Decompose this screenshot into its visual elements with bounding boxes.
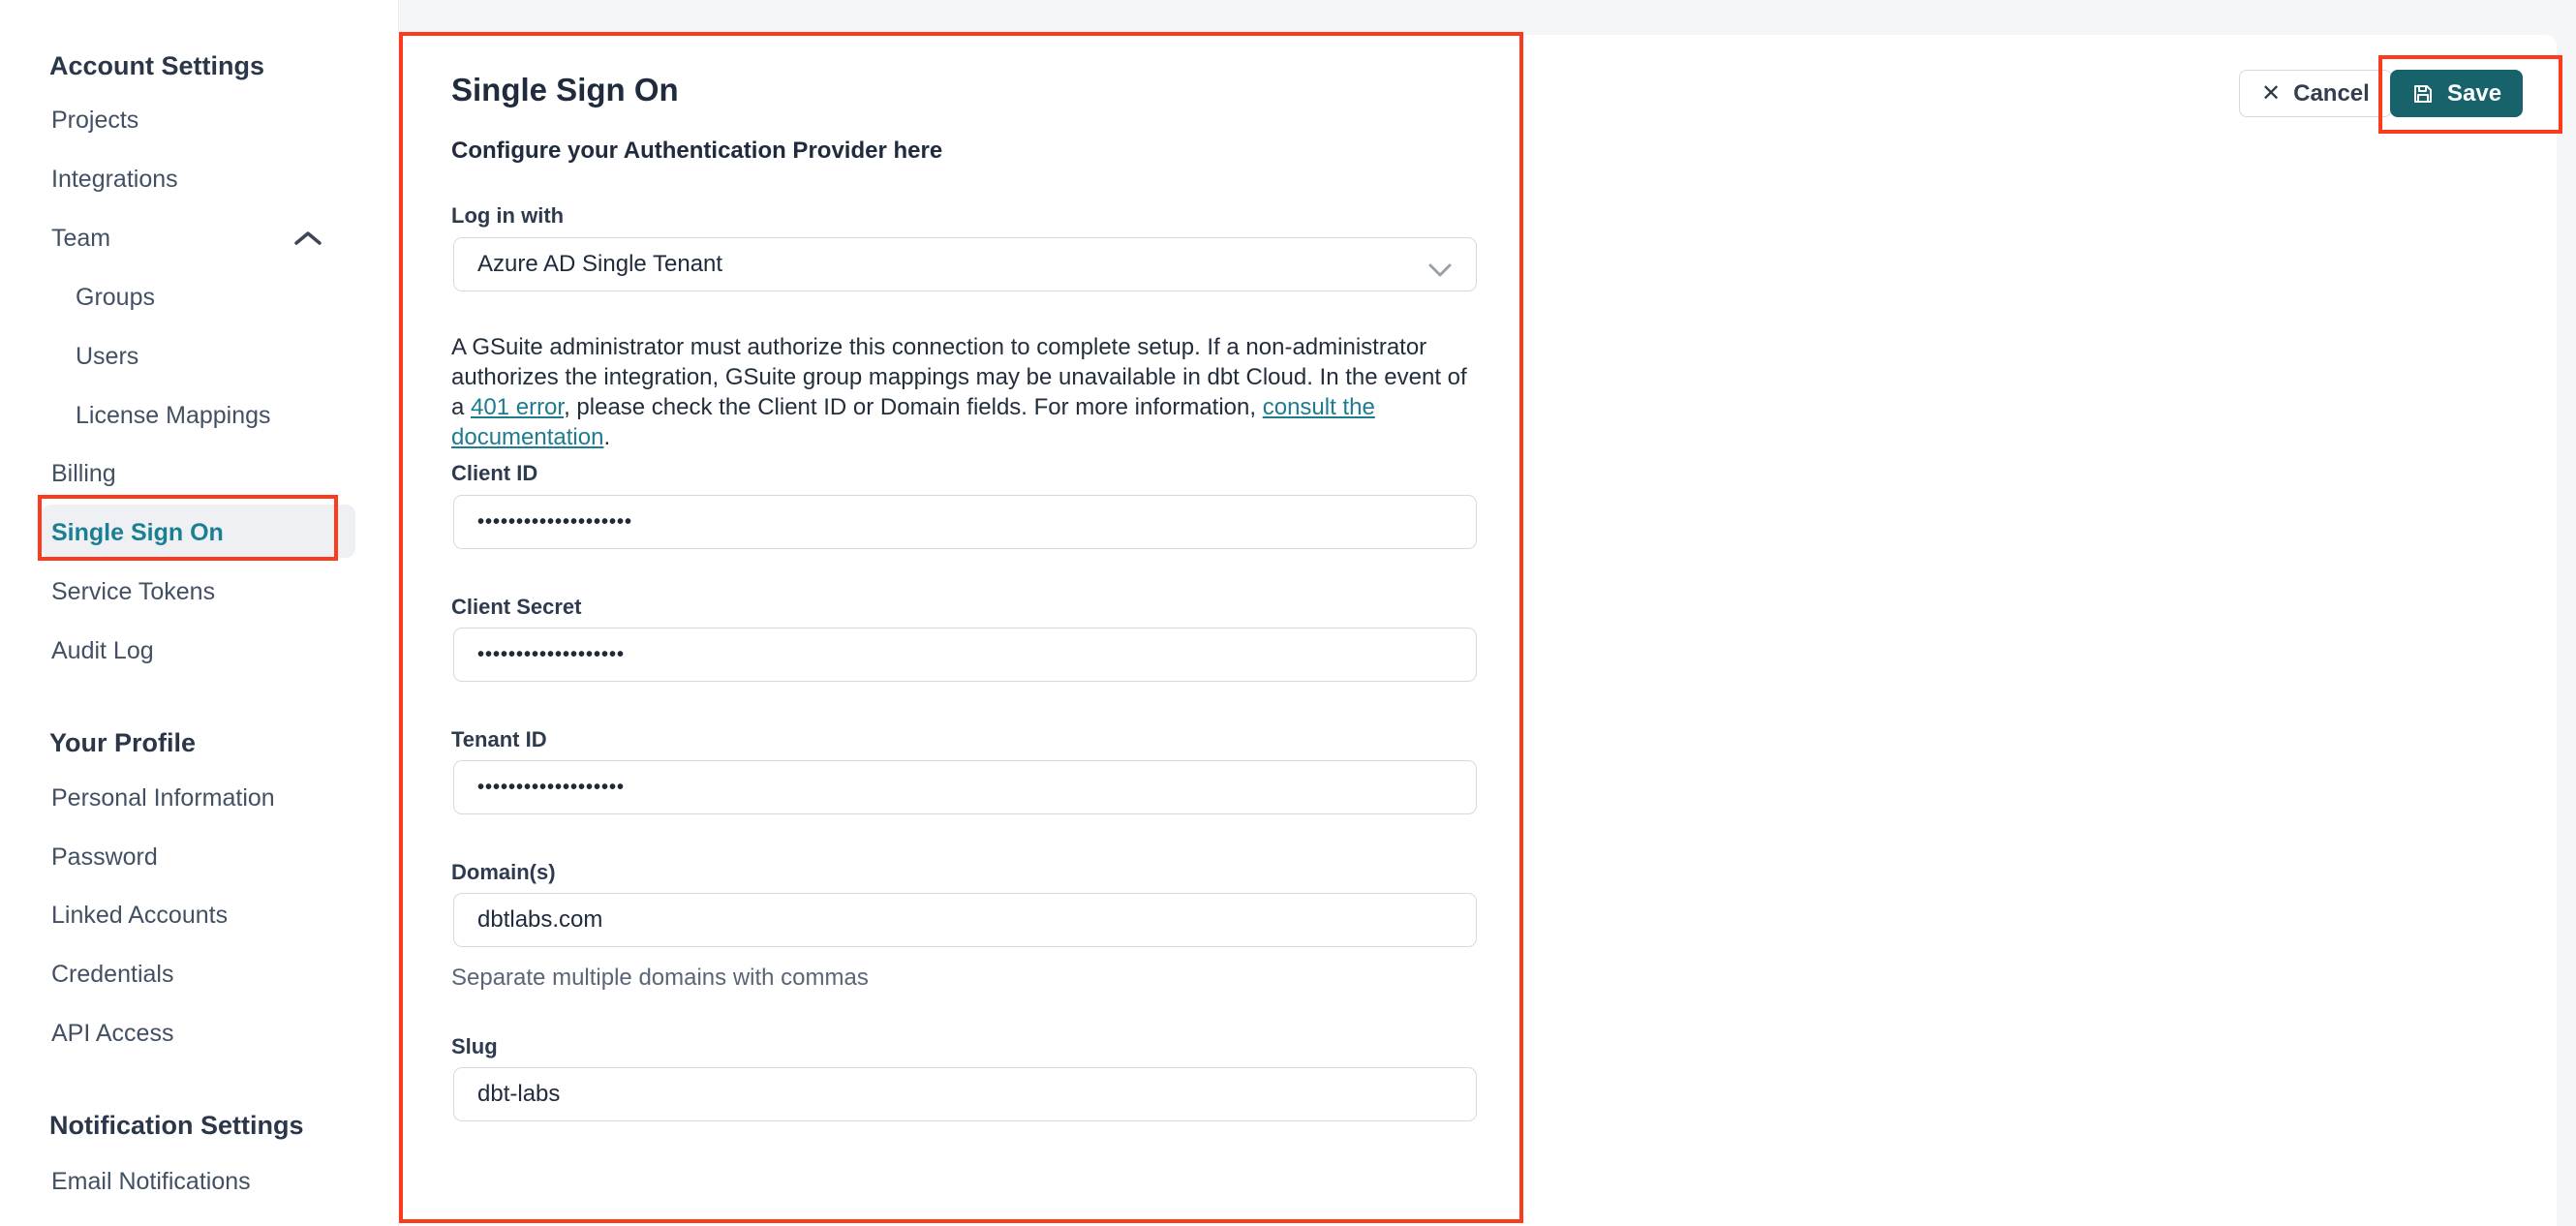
sidebar-item-personal-information[interactable]: Personal Information (51, 784, 275, 812)
sidebar-item-integrations[interactable]: Integrations (51, 166, 178, 194)
login-with-value: Azure AD Single Tenant (477, 251, 723, 277)
sidebar-item-linked-accounts[interactable]: Linked Accounts (51, 902, 228, 930)
sidebar-item-api-access[interactable]: API Access (51, 1020, 173, 1048)
client-secret-input[interactable] (453, 628, 1477, 682)
settings-sidebar: Account Settings Projects Integrations T… (0, 0, 399, 1226)
sidebar-item-projects[interactable]: Projects (51, 107, 138, 135)
sidebar-item-users[interactable]: Users (76, 343, 138, 371)
sidebar-item-service-tokens[interactable]: Service Tokens (51, 578, 215, 606)
slug-input[interactable] (453, 1067, 1477, 1121)
login-with-select[interactable]: Azure AD Single Tenant (453, 237, 1477, 291)
chevron-up-icon[interactable] (293, 230, 322, 252)
sidebar-section-account-settings: Account Settings (49, 51, 265, 80)
sidebar-section-notification-settings: Notification Settings (49, 1111, 304, 1140)
domains-label: Domain(s) (451, 860, 556, 884)
slug-label: Slug (451, 1034, 498, 1058)
client-id-input[interactable] (453, 495, 1477, 549)
sidebar-item-groups[interactable]: Groups (76, 284, 155, 312)
sidebar-item-email-notifications[interactable]: Email Notifications (51, 1168, 251, 1196)
sidebar-item-credentials[interactable]: Credentials (51, 961, 173, 989)
tenant-id-input[interactable] (453, 760, 1477, 814)
description-text: , please check the Client ID or Domain f… (564, 394, 1263, 420)
client-secret-label: Client Secret (451, 595, 582, 619)
single-sign-on-panel: Single Sign On Configure your Authentica… (399, 35, 2557, 1226)
page-title: Single Sign On (451, 72, 679, 107)
sidebar-item-team[interactable]: Team (51, 225, 110, 253)
tenant-id-label: Tenant ID (451, 727, 547, 751)
save-button[interactable]: Save (2390, 70, 2524, 117)
sidebar-item-password[interactable]: Password (51, 843, 158, 872)
401-error-link[interactable]: 401 error (471, 394, 564, 420)
sidebar-item-billing[interactable]: Billing (51, 460, 116, 488)
chevron-down-icon (1427, 258, 1453, 285)
domains-input[interactable] (453, 893, 1477, 947)
login-with-label: Log in with (451, 203, 565, 228)
domains-helper-text: Separate multiple domains with commas (451, 965, 869, 991)
page-subtitle: Configure your Authentication Provider h… (451, 138, 943, 164)
main-area: Single Sign On Configure your Authentica… (399, 0, 2576, 1226)
cancel-button[interactable]: ✕ Cancel (2239, 70, 2392, 117)
close-icon: ✕ (2261, 80, 2282, 107)
cancel-button-label: Cancel (2293, 79, 2370, 107)
save-floppy-icon (2411, 82, 2435, 106)
sidebar-item-single-sign-on[interactable]: Single Sign On (51, 519, 224, 547)
save-button-label: Save (2447, 79, 2502, 107)
provider-description: A GSuite administrator must authorize th… (451, 332, 1486, 452)
description-text: . (603, 424, 611, 450)
sidebar-section-your-profile: Your Profile (49, 728, 197, 757)
sidebar-item-license-mappings[interactable]: License Mappings (76, 402, 271, 430)
client-id-label: Client ID (451, 461, 538, 485)
sidebar-item-audit-log[interactable]: Audit Log (51, 637, 154, 665)
